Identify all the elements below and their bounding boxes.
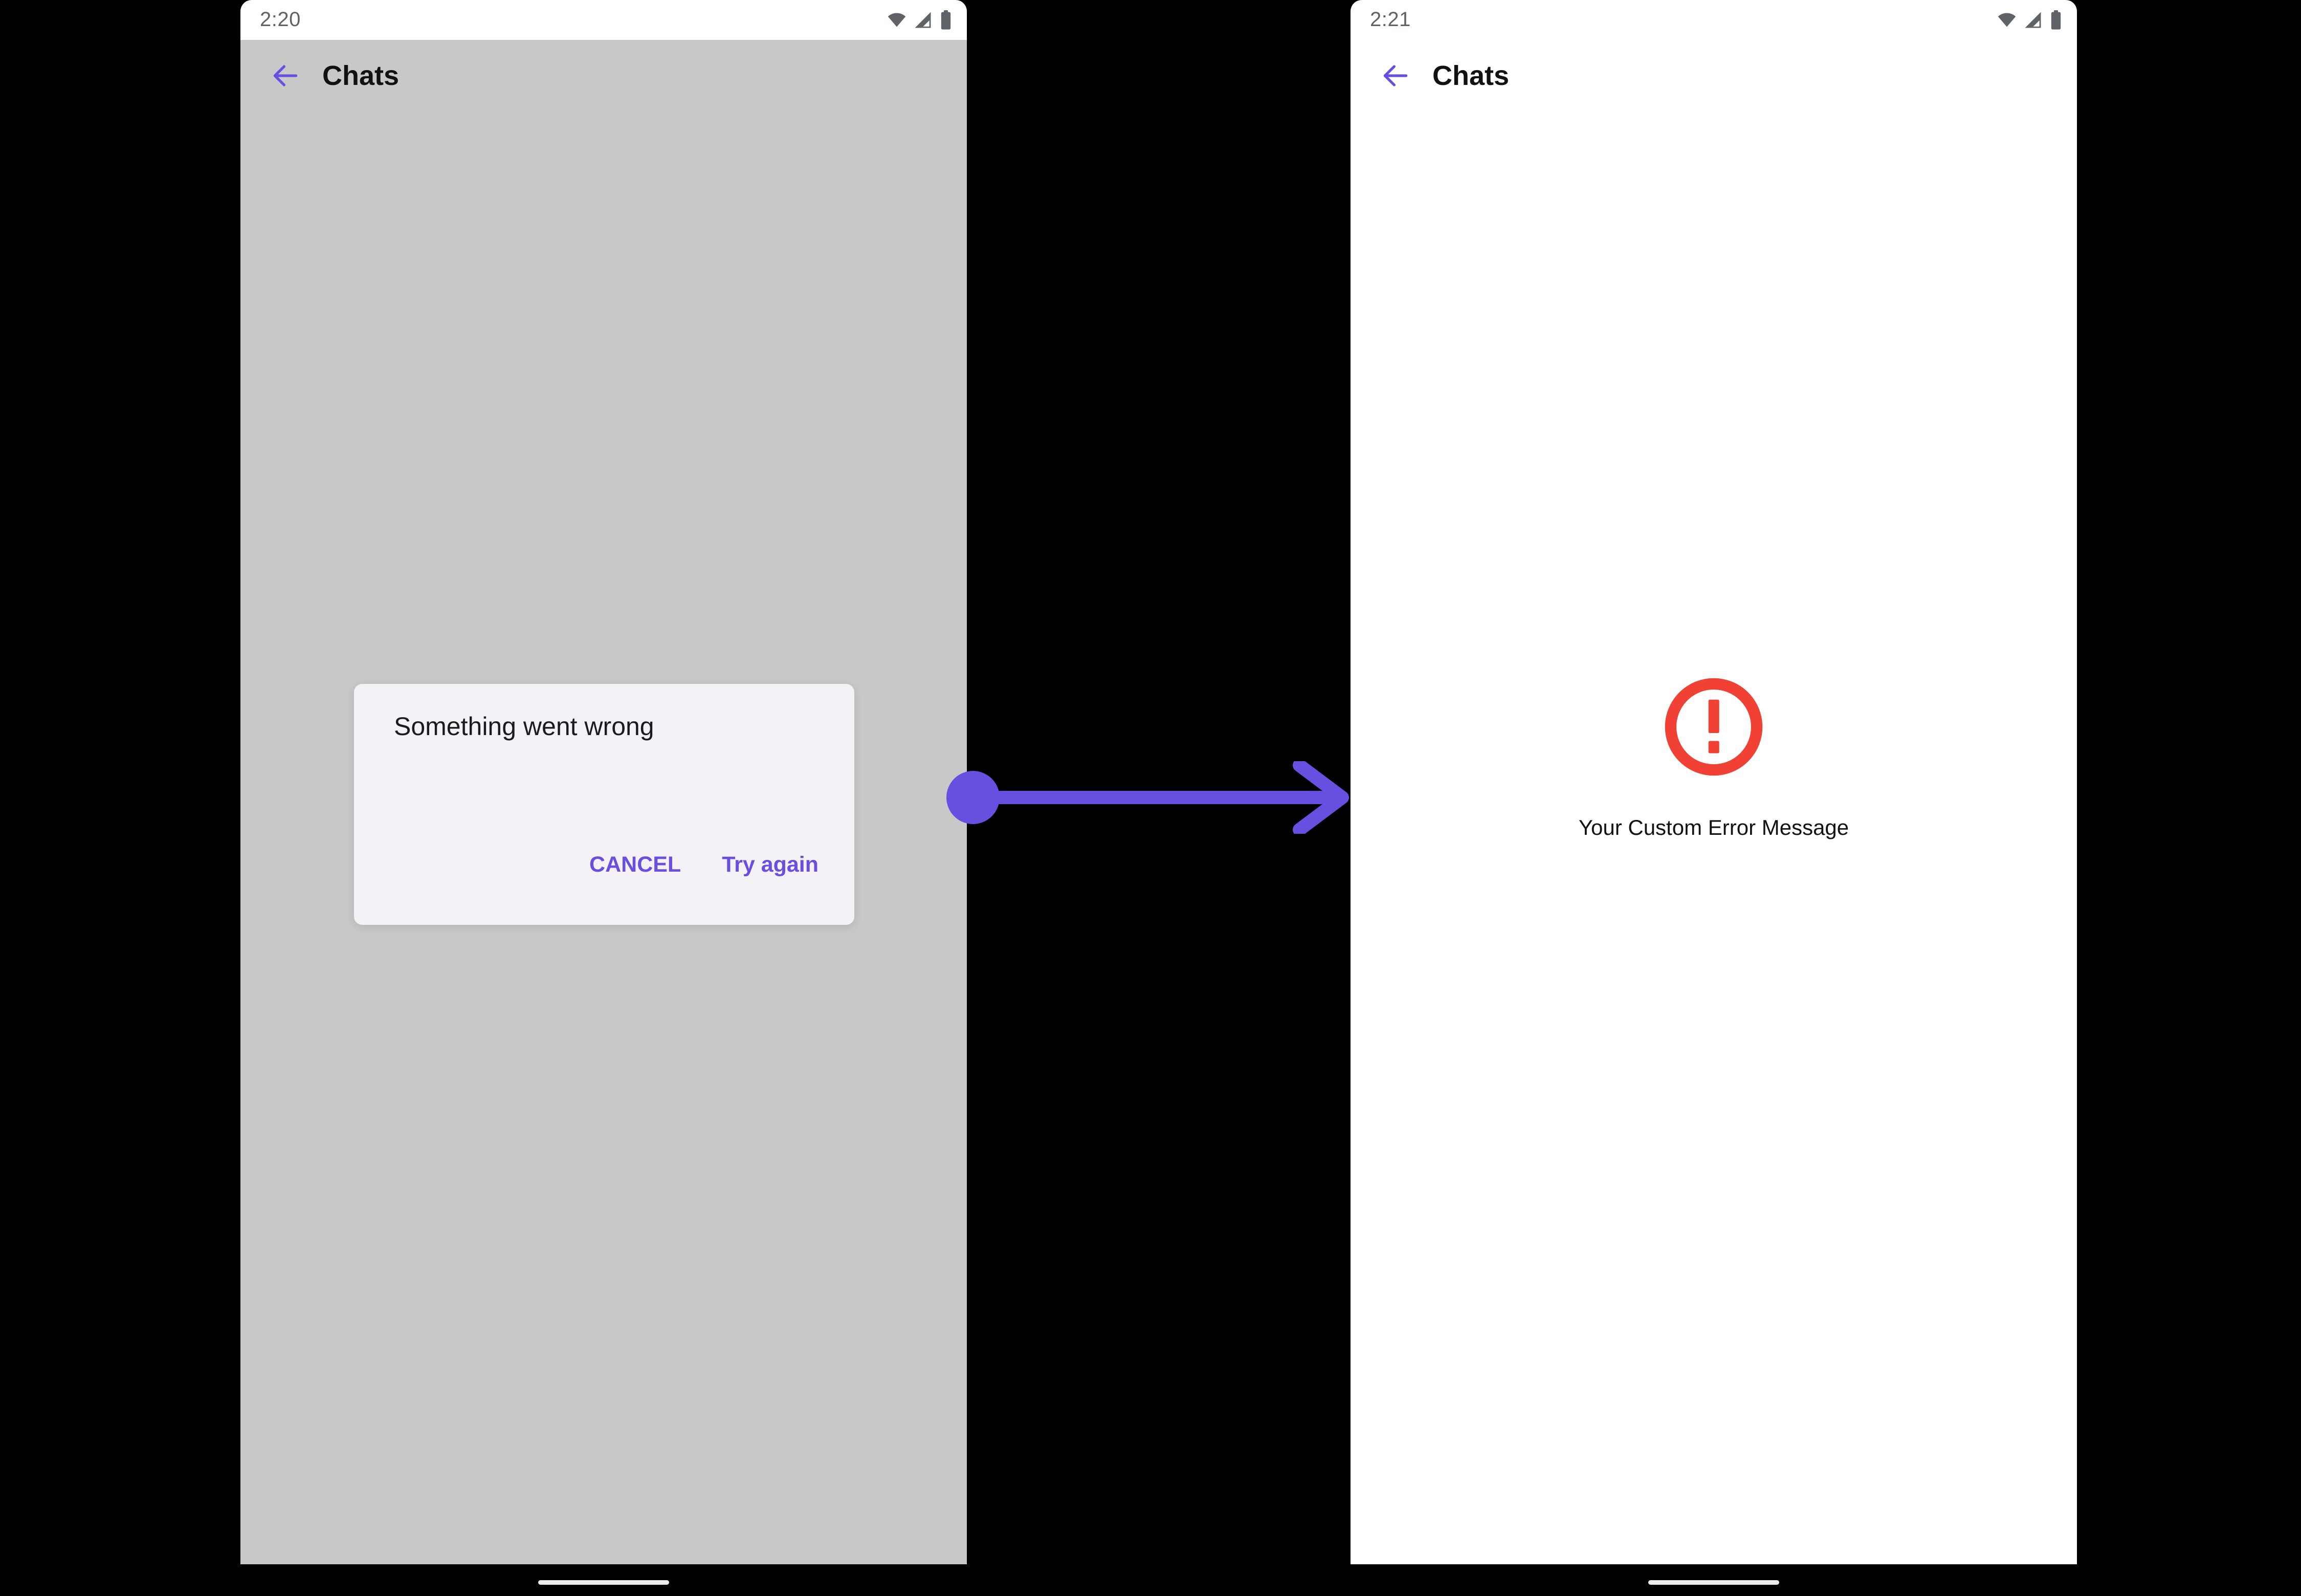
page-title: Chats: [1432, 62, 1509, 90]
cancel-button[interactable]: CANCEL: [582, 849, 688, 881]
screen-body-after: Chats Your Custom Error Message: [1351, 40, 2077, 1564]
arrow-back-icon: [1380, 60, 1411, 92]
cellular-signal-icon: [2023, 11, 2043, 29]
dialog-actions: CANCEL Try again: [582, 849, 826, 881]
gesture-bar-after[interactable]: [1648, 1580, 1779, 1585]
status-bar-time: 2:21: [1370, 9, 1411, 31]
wifi-icon: [887, 12, 906, 28]
phone-screen-after: 2:21 Chats: [1351, 0, 2077, 1564]
status-bar-icons: [887, 10, 953, 30]
cellular-signal-icon: [913, 11, 933, 29]
status-bar: 2:21: [1351, 0, 2077, 40]
battery-icon: [2049, 10, 2063, 30]
custom-error-state: Your Custom Error Message: [1351, 674, 2077, 838]
dialog-scrim: Something went wrong CANCEL Try again: [240, 40, 967, 1564]
battery-icon: [939, 10, 953, 30]
status-bar-icons: [1997, 10, 2063, 30]
gesture-bar-before[interactable]: [538, 1580, 669, 1585]
wifi-icon: [1997, 12, 2017, 28]
error-message-text: Your Custom Error Message: [1579, 817, 1849, 838]
status-bar: 2:20: [240, 0, 967, 40]
error-alert-dialog: Something went wrong CANCEL Try again: [354, 684, 854, 925]
error-circle-icon: [1661, 674, 1766, 782]
dialog-title: Something went wrong: [394, 713, 654, 741]
screen-body-before: Chats Something went wrong CANCEL Try ag…: [240, 40, 967, 1564]
status-bar-time: 2:20: [260, 9, 301, 31]
app-bar-after: Chats: [1351, 40, 2077, 112]
phone-screen-before: 2:20 Chats Something went wrong: [240, 0, 967, 1564]
flow-connector-arrow: [941, 761, 1361, 834]
back-button[interactable]: [1371, 51, 1420, 100]
try-again-button[interactable]: Try again: [715, 849, 826, 881]
